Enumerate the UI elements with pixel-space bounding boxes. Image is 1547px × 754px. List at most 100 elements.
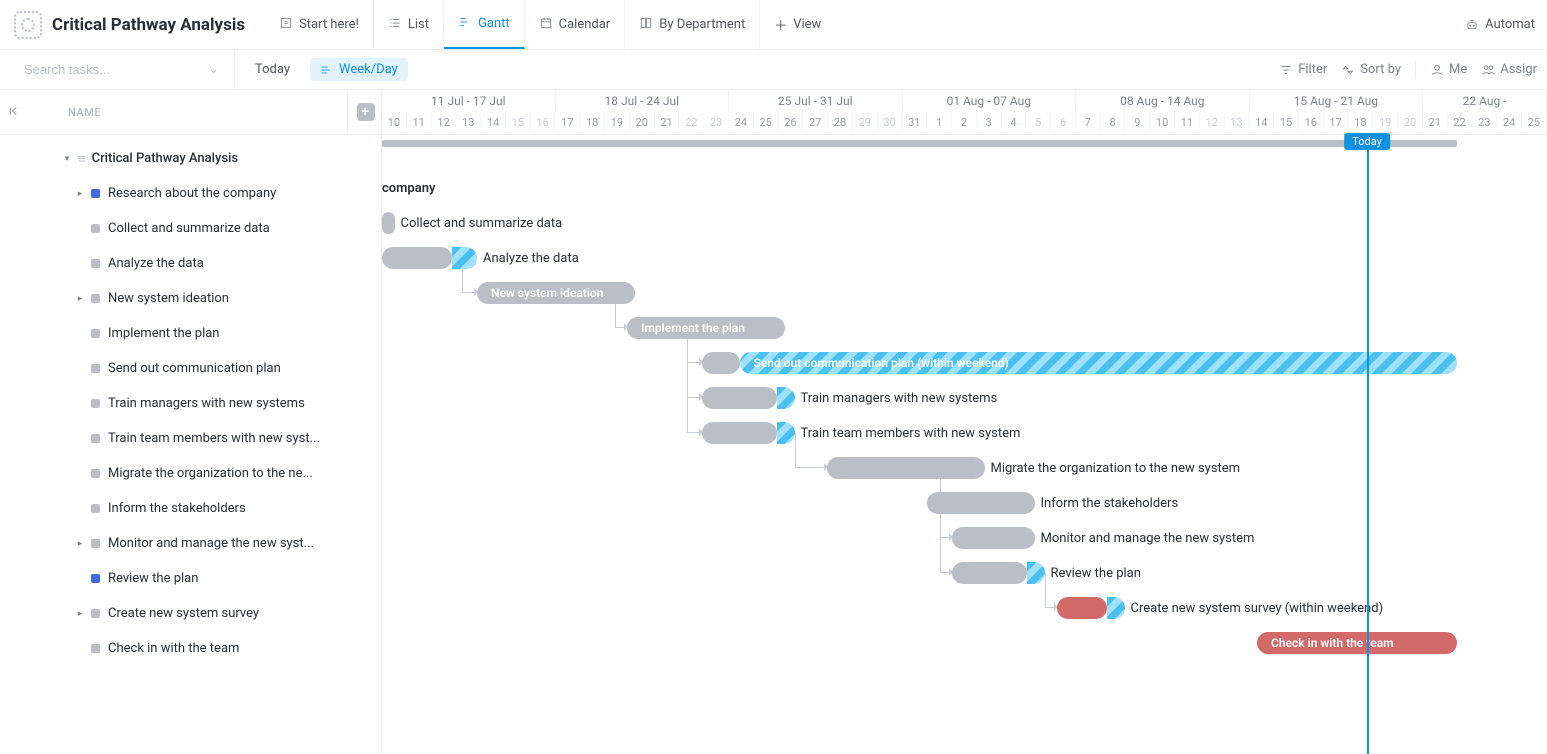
task-row[interactable]: ▸New system ideation (0, 281, 381, 316)
day-header: 11 (1175, 111, 1200, 134)
add-view-label: View (793, 17, 821, 32)
expand-icon[interactable]: ▸ (74, 294, 86, 304)
status-icon[interactable] (88, 259, 102, 269)
task-row[interactable]: Train team members with new syst... (0, 421, 381, 456)
task-row[interactable]: Check in with the team (0, 631, 381, 666)
search-input[interactable] (24, 62, 200, 77)
task-label: Train managers with new systems (108, 396, 305, 411)
day-header: 7 (1076, 111, 1101, 134)
task-label: Review the plan (108, 571, 198, 586)
status-icon[interactable] (88, 539, 102, 549)
collapse-panel-icon[interactable] (8, 104, 22, 121)
dependency-line (687, 328, 702, 433)
expand-icon[interactable]: ▸ (74, 189, 86, 199)
bar-stripe-segment[interactable]: Send out communication plan (within week… (740, 352, 1458, 374)
today-button[interactable]: Today (245, 58, 300, 81)
day-header: 8 (1101, 111, 1126, 134)
me-button[interactable]: Me (1430, 62, 1467, 77)
tab-calendar[interactable]: Calendar (525, 0, 626, 49)
day-header: 4 (1002, 111, 1027, 134)
gantt-bar[interactable] (827, 457, 985, 479)
day-header: 10 (1150, 111, 1175, 134)
day-header: 29 (853, 111, 878, 134)
add-view-button[interactable]: ＋ View (760, 0, 835, 49)
day-header: 25 (754, 111, 779, 134)
gantt-bar[interactable] (382, 212, 395, 234)
tab-gantt[interactable]: Gantt (444, 0, 525, 49)
status-icon[interactable] (88, 469, 102, 479)
status-icon[interactable] (88, 224, 102, 234)
toolbar: ⌄ Today Week/Day Filter Sort by Me Assig… (0, 50, 1547, 90)
space-icon[interactable] (14, 11, 42, 39)
search-dropdown-icon[interactable]: ⌄ (208, 62, 219, 77)
task-row[interactable]: Implement the plan (0, 316, 381, 351)
task-group-row[interactable]: ▾≡Critical Pathway Analysis (0, 141, 381, 176)
task-row[interactable]: Inform the stakeholders (0, 491, 381, 526)
status-icon[interactable] (88, 504, 102, 514)
gantt-bar[interactable] (952, 562, 1027, 584)
gantt-bar[interactable] (927, 492, 1035, 514)
automate-button[interactable]: Automat (1453, 17, 1547, 32)
filter-button[interactable]: Filter (1279, 62, 1327, 77)
task-row[interactable]: Collect and summarize data (0, 211, 381, 246)
bar-inlabel: Send out communication plan (within week… (740, 356, 1009, 370)
day-header: 10 (382, 111, 407, 134)
gantt-bar[interactable] (382, 247, 452, 269)
day-header: 21 (655, 111, 680, 134)
collapse-icon[interactable]: ▾ (60, 154, 74, 164)
gantt-bar[interactable]: New system ideation (477, 282, 635, 304)
day-header: 12 (1200, 111, 1225, 134)
tab-list[interactable]: List (374, 0, 444, 49)
bar-overflow-stripe (1027, 562, 1045, 584)
gantt-bar[interactable] (702, 352, 740, 374)
day-header: 14 (481, 111, 506, 134)
day-header: 16 (531, 111, 556, 134)
gantt-body[interactable]: TodaycompanyCollect and summarize dataAn… (382, 135, 1547, 754)
status-icon[interactable] (88, 434, 102, 444)
gantt-bar[interactable] (1057, 597, 1107, 619)
status-icon[interactable] (88, 329, 102, 339)
tab-by-department[interactable]: By Department (625, 0, 760, 49)
status-icon[interactable] (88, 644, 102, 654)
task-row[interactable]: Migrate the organization to the ne... (0, 456, 381, 491)
task-row[interactable]: Review the plan (0, 561, 381, 596)
gantt-bar[interactable]: Implement the plan (627, 317, 785, 339)
status-icon[interactable] (88, 294, 102, 304)
day-header: 19 (605, 111, 630, 134)
day-header: 22 (1448, 111, 1473, 134)
assignee-button[interactable]: Assigr (1481, 62, 1537, 77)
task-row[interactable]: ▸Create new system survey (0, 596, 381, 631)
gantt-zoom-icon (320, 63, 334, 77)
status-icon[interactable] (88, 189, 102, 199)
gantt-bar[interactable] (952, 527, 1035, 549)
zoom-button[interactable]: Week/Day (310, 58, 408, 81)
summary-bar[interactable] (382, 140, 1457, 147)
status-icon[interactable] (88, 399, 102, 409)
gantt-bar[interactable] (702, 422, 777, 444)
status-icon[interactable] (88, 609, 102, 619)
week-header: 25 Jul - 31 Jul (729, 90, 903, 111)
list-icon: ≡ (78, 151, 86, 167)
gantt-bar[interactable] (702, 387, 777, 409)
task-row[interactable]: ▸Monitor and manage the new syst... (0, 526, 381, 561)
task-row[interactable]: Analyze the data (0, 246, 381, 281)
task-row[interactable]: ▸Research about the company (0, 176, 381, 211)
gantt-chart[interactable]: 11 Jul - 17 Jul18 Jul - 24 Jul25 Jul - 3… (382, 90, 1547, 754)
gantt-bar[interactable]: Check in with the team (1257, 632, 1457, 654)
search-wrap: ⌄ (0, 50, 235, 89)
day-header: 24 (729, 111, 754, 134)
tab-start-here-[interactable]: Start here! (265, 0, 374, 49)
task-row[interactable]: Send out communication plan (0, 351, 381, 386)
automate-label: Automat (1485, 17, 1535, 32)
sortby-button[interactable]: Sort by (1341, 62, 1401, 77)
expand-icon[interactable]: ▸ (74, 539, 86, 549)
task-row[interactable]: Train managers with new systems (0, 386, 381, 421)
task-label: Migrate the organization to the ne... (108, 466, 313, 481)
week-header: 01 Aug - 07 Aug (903, 90, 1077, 111)
expand-icon[interactable]: ▸ (74, 609, 86, 619)
day-header: 13 (456, 111, 481, 134)
task-label: Implement the plan (108, 326, 219, 341)
status-icon[interactable] (88, 574, 102, 584)
status-icon[interactable] (88, 364, 102, 374)
add-column-button[interactable]: + (357, 103, 375, 121)
